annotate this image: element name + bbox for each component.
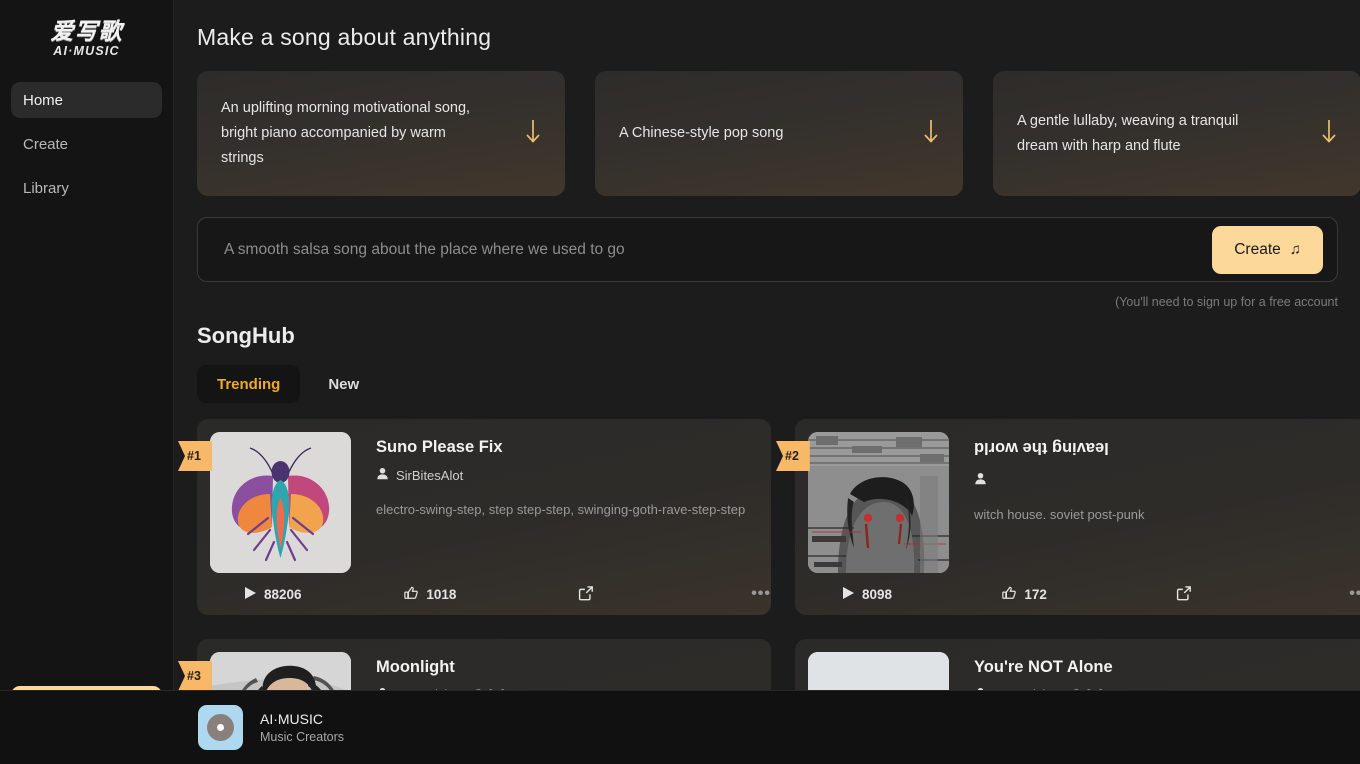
- main-content: Make a song about anything An uplifting …: [174, 0, 1360, 764]
- sidebar-item-create[interactable]: Create: [11, 126, 162, 162]
- song-meta: Suno Please Fix SirBitesAlot electro-swi…: [376, 432, 759, 573]
- music-note-icon: ♫: [1289, 241, 1301, 258]
- tab-label: New: [328, 375, 360, 393]
- app-logo[interactable]: 爱写歌 AI·MUSIC: [0, 0, 173, 78]
- prompt-card-1[interactable]: An uplifting morning motivational song, …: [197, 71, 565, 196]
- arrow-down-icon: [1319, 117, 1339, 150]
- song-prompt-input[interactable]: [224, 240, 1213, 259]
- sidebar: 爱写歌 AI·MUSIC Home Create Library Login: [0, 0, 174, 764]
- create-button-label: Create: [1234, 240, 1281, 258]
- create-button[interactable]: Create ♫: [1212, 225, 1323, 274]
- player-track-subtitle: Music Creators: [260, 730, 345, 744]
- play-icon: [843, 586, 854, 602]
- sidebar-nav: Home Create Library: [0, 78, 173, 206]
- song-title: Suno Please Fix: [376, 438, 503, 456]
- thumbs-up-icon: [1002, 586, 1017, 603]
- player-bar: AI·MUSIC Music Creators: [0, 690, 1360, 764]
- play-icon: [245, 586, 256, 602]
- like-count-value: 1018: [426, 586, 457, 602]
- vinyl-disc: [207, 714, 234, 741]
- song-card[interactable]: #2 leaving the world witch house. soviet…: [776, 419, 1360, 615]
- external-link-icon: [578, 585, 594, 604]
- cover-art-glitch: [808, 432, 949, 573]
- vinyl-hole: [217, 724, 224, 731]
- song-tags: witch house. soviet post-punk: [974, 507, 1145, 522]
- tab-label: Trending: [217, 375, 281, 393]
- song-cover[interactable]: [808, 432, 949, 573]
- logo-latin-text: AI·MUSIC: [53, 43, 120, 58]
- song-card[interactable]: #1 Suno Please Fix SirBitesAlot electro-…: [178, 419, 771, 615]
- rank-badge: #2: [776, 441, 810, 471]
- song-meta: leaving the world witch house. soviet po…: [974, 432, 1159, 573]
- vinyl-record-icon: [198, 705, 243, 750]
- rank-badge: #1: [178, 441, 212, 471]
- external-link-icon: [1176, 585, 1192, 604]
- more-options-button[interactable]: •••: [1349, 585, 1360, 603]
- song-author-name: SirBitesAlot: [396, 467, 464, 483]
- song-author: SirBitesAlot: [376, 467, 745, 483]
- tab-new[interactable]: New: [308, 365, 379, 403]
- arrow-down-icon: [921, 117, 941, 150]
- song-tags: electro-swing-step, step step-step, swin…: [376, 502, 746, 517]
- user-icon: [376, 467, 389, 483]
- songhub-heading: SongHub: [197, 323, 295, 348]
- player-track-meta: AI·MUSIC Music Creators: [260, 711, 344, 744]
- page-title: Make a song about anything: [197, 24, 492, 50]
- prompt-card-2[interactable]: A Chinese-style pop song: [595, 71, 963, 196]
- sidebar-item-label: Create: [23, 135, 69, 153]
- play-count-value: 8098: [862, 586, 893, 602]
- cover-art-beetle: [210, 432, 351, 573]
- like-count[interactable]: 172: [1002, 586, 1175, 603]
- share-button[interactable]: [578, 585, 751, 604]
- tab-trending[interactable]: Trending: [197, 365, 301, 403]
- like-count-value: 172: [1024, 586, 1047, 602]
- sidebar-item-label: Home: [23, 91, 64, 109]
- signup-note: (You'll need to sign up for a free accou…: [1115, 295, 1338, 309]
- composer-bar: Create ♫: [197, 217, 1338, 282]
- sidebar-item-library[interactable]: Library: [11, 170, 162, 206]
- play-count[interactable]: 88206: [245, 586, 404, 602]
- song-author: [974, 472, 1145, 488]
- song-actions: 8098 172 •••: [795, 573, 1360, 615]
- more-options-button[interactable]: •••: [751, 585, 771, 603]
- player-track-title: AI·MUSIC: [260, 711, 323, 727]
- arrow-down-icon: [523, 117, 543, 150]
- song-actions: 88206 1018 •••: [197, 573, 771, 615]
- prompt-card-text: A gentle lullaby, weaving a tranquil dre…: [1017, 112, 1239, 154]
- song-title: leaving the world: [974, 439, 1109, 457]
- sidebar-item-label: Library: [23, 179, 69, 197]
- player-now-playing[interactable]: AI·MUSIC Music Creators: [174, 705, 344, 750]
- share-button[interactable]: [1176, 585, 1349, 604]
- songhub-tabs: Trending New: [197, 365, 1360, 403]
- song-card-body: Suno Please Fix SirBitesAlot electro-swi…: [210, 432, 771, 573]
- logo-chinese-text: 爱写歌: [50, 18, 123, 45]
- song-title: Moonlight: [376, 658, 455, 676]
- play-count-value: 88206: [264, 586, 302, 602]
- rank-badge: #3: [178, 661, 212, 691]
- song-title: You're NOT Alone: [974, 658, 1113, 676]
- play-count[interactable]: 8098: [843, 586, 1002, 602]
- sidebar-item-home[interactable]: Home: [11, 82, 162, 118]
- prompt-card-text: An uplifting morning motivational song, …: [221, 100, 471, 166]
- prompt-card-text: A Chinese-style pop song: [619, 125, 784, 141]
- like-count[interactable]: 1018: [404, 586, 577, 603]
- thumbs-up-icon: [404, 586, 419, 603]
- prompt-card-3[interactable]: A gentle lullaby, weaving a tranquil dre…: [993, 71, 1360, 196]
- user-icon: [974, 472, 987, 488]
- prompt-suggestions: An uplifting morning motivational song, …: [197, 71, 1360, 196]
- song-card-body: leaving the world witch house. soviet po…: [808, 432, 1360, 573]
- song-cover[interactable]: [210, 432, 351, 573]
